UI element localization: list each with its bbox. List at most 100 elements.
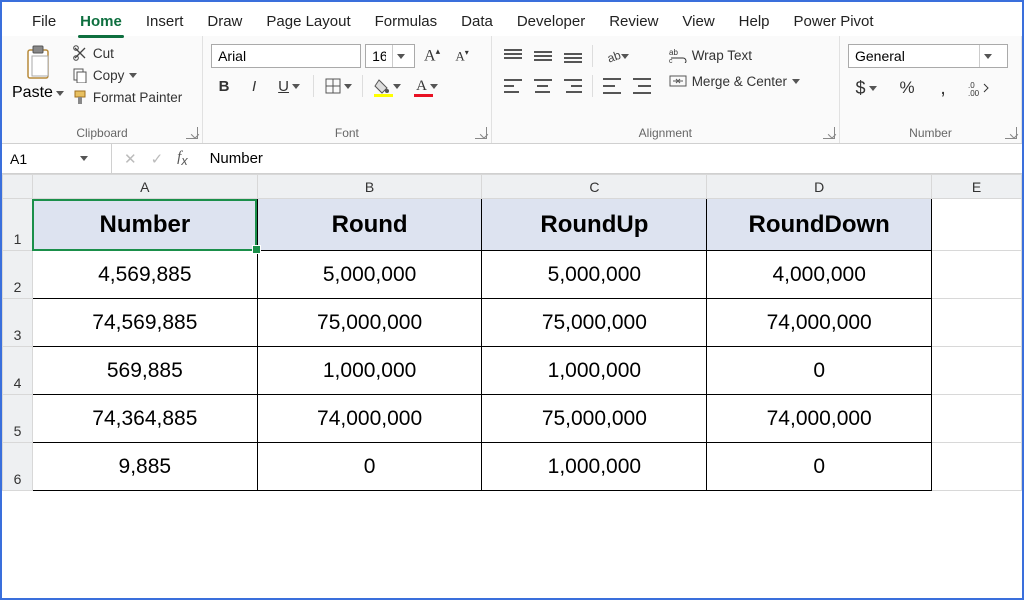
col-header-a[interactable]: A xyxy=(32,175,257,199)
percent-button[interactable]: % xyxy=(894,76,920,100)
chevron-down-icon[interactable] xyxy=(979,45,995,67)
underline-button[interactable]: U xyxy=(271,74,307,98)
cell-c4[interactable]: 1,000,000 xyxy=(482,347,707,395)
decrease-indent-button[interactable] xyxy=(599,74,625,98)
merge-center-button[interactable]: Merge & Center xyxy=(667,72,802,90)
worksheet-grid[interactable]: A B C D E 1 Number Round RoundUp RoundDo… xyxy=(2,174,1022,600)
cell-d5[interactable]: 74,000,000 xyxy=(707,395,932,443)
col-header-d[interactable]: D xyxy=(707,175,932,199)
row-header-6[interactable]: 6 xyxy=(3,443,33,491)
tab-draw[interactable]: Draw xyxy=(195,8,254,36)
name-box-input[interactable] xyxy=(10,151,80,167)
align-bottom-button[interactable] xyxy=(560,44,586,68)
cell-d1[interactable]: RoundDown xyxy=(707,199,932,251)
align-right-button[interactable] xyxy=(560,74,586,98)
tab-data[interactable]: Data xyxy=(449,8,505,36)
font-size-input[interactable] xyxy=(366,48,392,64)
row-header-3[interactable]: 3 xyxy=(3,299,33,347)
cell-e4[interactable] xyxy=(932,347,1022,395)
cell-e3[interactable] xyxy=(932,299,1022,347)
cell-e2[interactable] xyxy=(932,251,1022,299)
cell-c1[interactable]: RoundUp xyxy=(482,199,707,251)
tab-developer[interactable]: Developer xyxy=(505,8,597,36)
orientation-button[interactable]: ab xyxy=(599,44,635,68)
cell-e1[interactable] xyxy=(932,199,1022,251)
row-header-1[interactable]: 1 xyxy=(3,199,33,251)
col-header-c[interactable]: C xyxy=(482,175,707,199)
number-format-combo[interactable] xyxy=(848,44,1008,68)
cell-c6[interactable]: 1,000,000 xyxy=(482,443,707,491)
row-header-2[interactable]: 2 xyxy=(3,251,33,299)
copy-button[interactable]: Copy xyxy=(70,66,184,84)
tab-file[interactable]: File xyxy=(20,8,68,36)
cancel-formula-icon[interactable]: ✕ xyxy=(124,150,137,168)
cell-b4[interactable]: 1,000,000 xyxy=(257,347,482,395)
font-color-button[interactable]: A xyxy=(409,74,445,98)
cell-a2[interactable]: 4,569,885 xyxy=(32,251,257,299)
cell-c2[interactable]: 5,000,000 xyxy=(482,251,707,299)
cell-a1[interactable]: Number xyxy=(32,199,257,251)
tab-insert[interactable]: Insert xyxy=(134,8,196,36)
tab-help[interactable]: Help xyxy=(727,8,782,36)
fill-color-button[interactable] xyxy=(369,74,405,98)
row-header-5[interactable]: 5 xyxy=(3,395,33,443)
borders-button[interactable] xyxy=(320,74,356,98)
wrap-text-button[interactable]: abc Wrap Text xyxy=(667,46,802,64)
align-middle-button[interactable] xyxy=(530,44,556,68)
align-center-button[interactable] xyxy=(530,74,556,98)
comma-button[interactable]: , xyxy=(930,76,956,100)
grow-font-button[interactable]: A▴ xyxy=(419,44,445,68)
increase-indent-button[interactable] xyxy=(629,74,655,98)
paste-label[interactable]: Paste xyxy=(12,84,64,102)
cell-a5[interactable]: 74,364,885 xyxy=(32,395,257,443)
cell-d2[interactable]: 4,000,000 xyxy=(707,251,932,299)
select-all-corner[interactable] xyxy=(3,175,33,199)
formula-input[interactable] xyxy=(200,150,1022,167)
cell-b6[interactable]: 0 xyxy=(257,443,482,491)
tab-power-pivot[interactable]: Power Pivot xyxy=(782,8,886,36)
tab-page-layout[interactable]: Page Layout xyxy=(254,8,362,36)
cell-a6[interactable]: 9,885 xyxy=(32,443,257,491)
cell-b5[interactable]: 74,000,000 xyxy=(257,395,482,443)
name-box[interactable] xyxy=(2,144,112,173)
cell-b2[interactable]: 5,000,000 xyxy=(257,251,482,299)
cell-d3[interactable]: 74,000,000 xyxy=(707,299,932,347)
align-top-button[interactable] xyxy=(500,44,526,68)
tab-home[interactable]: Home xyxy=(68,8,134,36)
dialog-launcher-font[interactable] xyxy=(475,127,487,139)
bold-button[interactable]: B xyxy=(211,74,237,98)
col-header-b[interactable]: B xyxy=(257,175,482,199)
tab-view[interactable]: View xyxy=(670,8,726,36)
format-painter-button[interactable]: Format Painter xyxy=(70,88,184,106)
cell-e5[interactable] xyxy=(932,395,1022,443)
dialog-launcher-clipboard[interactable] xyxy=(186,127,198,139)
align-left-button[interactable] xyxy=(500,74,526,98)
cell-a3[interactable]: 74,569,885 xyxy=(32,299,257,347)
tab-formulas[interactable]: Formulas xyxy=(363,8,450,36)
cell-b3[interactable]: 75,000,000 xyxy=(257,299,482,347)
chevron-down-icon[interactable] xyxy=(80,156,88,161)
cell-c5[interactable]: 75,000,000 xyxy=(482,395,707,443)
increase-decimal-button[interactable]: .0.00 xyxy=(966,76,992,100)
dialog-launcher-number[interactable] xyxy=(1005,127,1017,139)
font-size-combo[interactable] xyxy=(365,44,415,68)
cell-c3[interactable]: 75,000,000 xyxy=(482,299,707,347)
paste-button[interactable] xyxy=(21,44,55,82)
fx-icon[interactable]: fx xyxy=(177,149,187,168)
accounting-format-button[interactable]: $ xyxy=(848,76,884,100)
italic-button[interactable]: I xyxy=(241,74,267,98)
cell-b1[interactable]: Round xyxy=(257,199,482,251)
shrink-font-button[interactable]: A▾ xyxy=(449,44,475,68)
enter-formula-icon[interactable]: ✓ xyxy=(151,150,164,168)
cell-d6[interactable]: 0 xyxy=(707,443,932,491)
cut-button[interactable]: Cut xyxy=(70,44,184,62)
col-header-e[interactable]: E xyxy=(932,175,1022,199)
cell-e6[interactable] xyxy=(932,443,1022,491)
cell-d4[interactable]: 0 xyxy=(707,347,932,395)
dialog-launcher-alignment[interactable] xyxy=(823,127,835,139)
tab-review[interactable]: Review xyxy=(597,8,670,36)
font-name-combo[interactable] xyxy=(211,44,361,68)
chevron-down-icon[interactable] xyxy=(392,45,408,67)
number-format-input[interactable] xyxy=(849,48,979,64)
cell-a4[interactable]: 569,885 xyxy=(32,347,257,395)
